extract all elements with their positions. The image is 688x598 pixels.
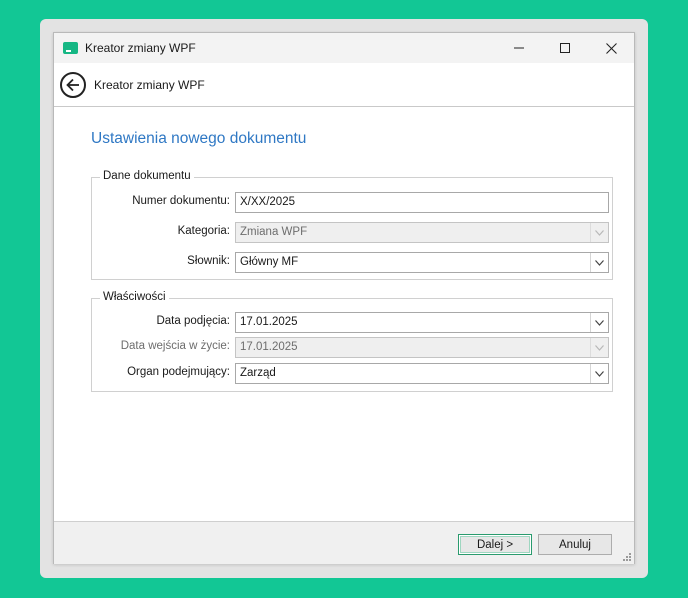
organ-select[interactable]: Zarząd	[235, 363, 609, 384]
maximize-icon	[560, 43, 570, 53]
arrow-left-circle-icon	[66, 78, 79, 91]
minimize-icon	[514, 47, 524, 49]
data-podjecia-dropdown-arrow[interactable]	[590, 313, 608, 332]
numer-dokumentu-label: Numer dokumentu:	[132, 195, 230, 207]
kategoria-select: Zmiana WPF	[235, 222, 609, 243]
data-podjecia-value: 17.01.2025	[240, 316, 298, 328]
minimize-button[interactable]	[496, 33, 542, 63]
kategoria-row: Kategoria: Zmiana WPF	[92, 222, 612, 243]
maximize-button[interactable]	[542, 33, 588, 63]
data-wejscia-label: Data wejścia w życie:	[120, 340, 230, 352]
window-controls	[496, 33, 634, 63]
numer-dokumentu-value: X/XX/2025	[240, 196, 295, 208]
wlasciwosci-group: Właściwości Data podjęcia: 17.01.2025 Da…	[91, 291, 613, 392]
page-title: Ustawienia nowego dokumentu	[91, 130, 307, 147]
wizard-header: Kreator zmiany WPF	[54, 63, 634, 107]
kategoria-label: Kategoria:	[177, 225, 230, 237]
wizard-title: Kreator zmiany WPF	[94, 77, 205, 92]
kategoria-dropdown-arrow	[590, 223, 608, 242]
dane-dokumentu-group: Dane dokumentu Numer dokumentu: X/XX/202…	[91, 170, 613, 280]
window-title: Kreator zmiany WPF	[85, 41, 196, 55]
close-icon	[605, 42, 617, 54]
chevron-down-icon	[595, 259, 604, 266]
data-wejscia-value: 17.01.2025	[240, 341, 298, 353]
slownik-label: Słownik:	[187, 255, 230, 267]
slownik-row: Słownik: Główny MF	[92, 252, 612, 273]
data-wejscia-row: Data wejścia w życie: 17.01.2025	[92, 337, 612, 358]
chevron-down-icon	[595, 319, 604, 326]
kategoria-value: Zmiana WPF	[240, 226, 308, 238]
slownik-value: Główny MF	[240, 256, 299, 268]
wizard-window: Kreator zmiany WPF Kreator zmiany WPF Us…	[53, 32, 635, 564]
title-bar[interactable]: Kreator zmiany WPF	[54, 33, 634, 63]
next-button[interactable]: Dalej >	[458, 534, 532, 555]
organ-value: Zarząd	[240, 367, 276, 379]
numer-dokumentu-input[interactable]: X/XX/2025	[235, 192, 609, 213]
slownik-dropdown-arrow[interactable]	[590, 253, 608, 272]
slownik-select[interactable]: Główny MF	[235, 252, 609, 273]
data-podjecia-picker[interactable]: 17.01.2025	[235, 312, 609, 333]
cancel-button[interactable]: Anuluj	[538, 534, 612, 555]
chevron-down-icon	[595, 229, 604, 236]
organ-label: Organ podejmujący:	[127, 366, 230, 378]
back-button[interactable]	[60, 71, 86, 98]
chevron-down-icon	[595, 370, 604, 377]
numer-dokumentu-row: Numer dokumentu: X/XX/2025	[92, 192, 612, 213]
organ-row: Organ podejmujący: Zarząd	[92, 363, 612, 384]
chevron-down-icon	[595, 344, 604, 351]
resize-grip-icon[interactable]	[622, 552, 632, 562]
wlasciwosci-legend: Właściwości	[100, 291, 169, 303]
dane-dokumentu-legend: Dane dokumentu	[100, 170, 194, 182]
data-wejscia-picker: 17.01.2025	[235, 337, 609, 358]
close-button[interactable]	[588, 33, 634, 63]
data-wejscia-dropdown-arrow	[590, 338, 608, 357]
data-podjecia-label: Data podjęcia:	[156, 315, 230, 327]
organ-dropdown-arrow[interactable]	[590, 364, 608, 383]
wizard-footer: Dalej > Anuluj	[54, 521, 634, 564]
data-podjecia-row: Data podjęcia: 17.01.2025	[92, 312, 612, 333]
app-icon	[63, 42, 78, 54]
